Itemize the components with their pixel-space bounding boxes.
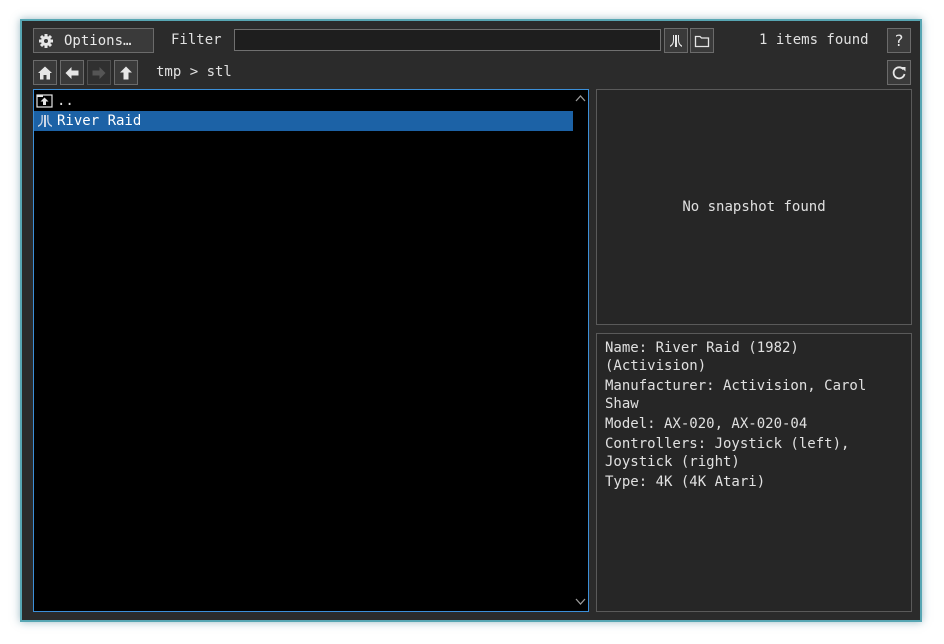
list-scrollbar[interactable] [573,90,588,611]
info-line: Model: AX-020, AX-020-04 [605,416,808,432]
info-line: (Activision) [605,358,707,374]
parent-folder-icon [36,93,54,109]
filter-label: Filter [171,32,222,48]
reload-button[interactable] [887,60,911,85]
info-line: Shaw [605,396,639,412]
back-button[interactable] [60,60,84,85]
scroll-up-icon[interactable] [575,94,586,102]
info-line: Type: 4K (4K Atari) [605,474,766,490]
items-found-count: 1 items found [759,32,869,48]
rom-list[interactable]: .. River Raid [33,89,589,612]
list-item-label: .. [57,93,74,109]
list-item-label: River Raid [57,113,142,129]
help-button[interactable]: ? [887,28,911,53]
home-button[interactable] [33,60,57,85]
snapshot-panel: No snapshot found [596,89,912,325]
arrow-right-icon [92,66,106,79]
forward-button[interactable] [87,60,111,85]
info-line: Joystick (right) [605,454,740,470]
rom-browser-window: Options… Filter 1 items found ? tmp > st… [20,19,922,622]
info-line: Manufacturer: Activision, Carol [605,378,867,394]
up-button[interactable] [114,60,138,85]
no-snapshot-message: No snapshot found [682,199,826,215]
folder-filter-button[interactable] [690,28,714,53]
atari-logo-icon [36,113,54,129]
scroll-down-icon[interactable] [575,598,586,606]
home-icon [38,66,52,79]
atari-logo-icon [670,34,682,47]
filter-input[interactable] [234,29,661,51]
gear-icon [38,33,54,49]
atari-filter-button[interactable] [664,28,688,53]
list-item-parent[interactable]: .. [34,91,588,111]
refresh-icon [892,65,906,79]
breadcrumb-path: tmp > stl [156,64,232,80]
help-label: ? [894,31,904,50]
info-line: Controllers: Joystick (left), [605,436,850,452]
arrow-up-icon [120,66,132,79]
options-label: Options… [64,32,132,49]
list-item-river-raid[interactable]: River Raid [34,111,588,131]
info-line: Name: River Raid (1982) [605,340,799,356]
options-button[interactable]: Options… [33,28,154,53]
folder-icon [694,35,710,47]
arrow-left-icon [65,66,79,79]
rom-info-panel: Name: River Raid (1982) (Activision) Man… [596,333,912,612]
